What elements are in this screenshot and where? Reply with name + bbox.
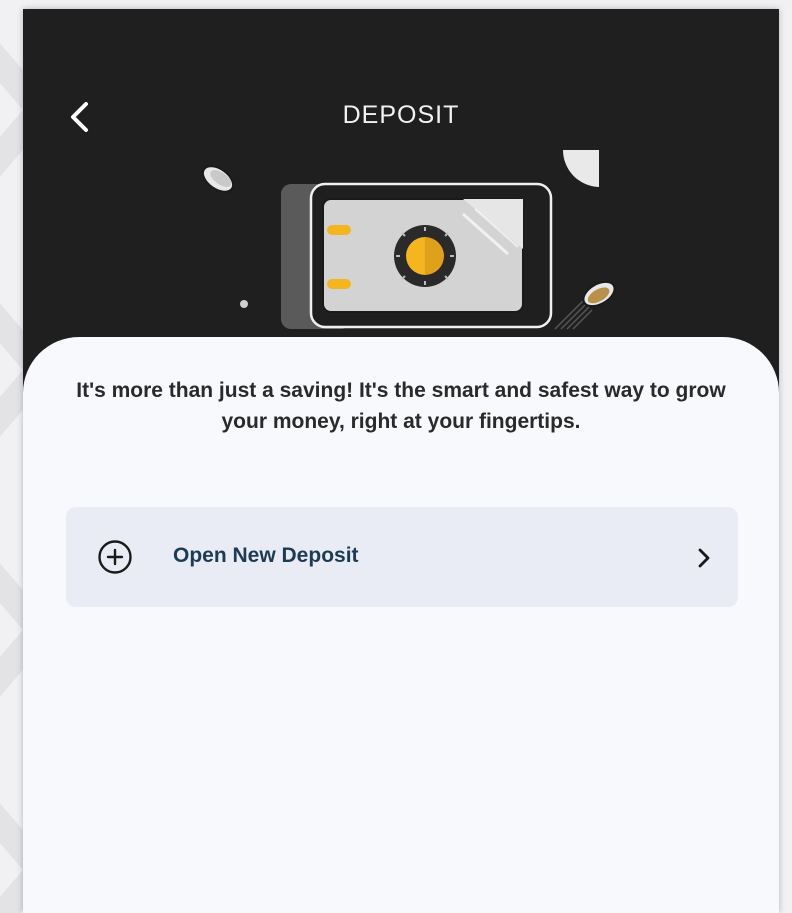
open-new-deposit-button[interactable]: Open New Deposit (66, 507, 738, 607)
content-sheet: It's more than just a saving! It's the s… (23, 337, 779, 913)
chevron-right-icon (698, 548, 710, 568)
plus-circle-icon (98, 540, 132, 574)
coin-icon (582, 280, 616, 308)
quarter-circle-shape (563, 150, 599, 187)
header: DEPOSIT (23, 9, 779, 369)
coin-icon (201, 165, 235, 193)
intro-text: It's more than just a saving! It's the s… (76, 379, 726, 433)
dot-shape (240, 300, 248, 308)
page-title: DEPOSIT (342, 101, 460, 129)
open-new-deposit-label: Open New Deposit (173, 544, 359, 567)
safe-vault-illustration (201, 150, 616, 330)
app-screen: DEPOSIT It's more than just a saving! It… (23, 9, 779, 913)
